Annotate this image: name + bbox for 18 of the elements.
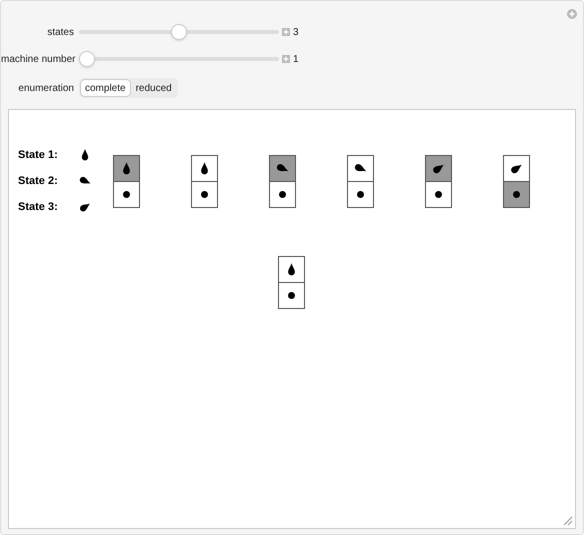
slider-value: 3 xyxy=(293,26,299,40)
resize-grip-icon[interactable] xyxy=(563,516,573,526)
plus-icon[interactable] xyxy=(282,28,290,36)
state-label: State 2: xyxy=(18,174,59,189)
slider[interactable] xyxy=(79,51,279,67)
slider-label: machine number xyxy=(1,52,76,66)
setter-option[interactable]: complete xyxy=(80,79,131,97)
slider-label: states xyxy=(46,26,75,40)
setter-option[interactable]: reduced xyxy=(130,79,177,97)
state-label: State 3: xyxy=(18,200,59,215)
slider-thumb[interactable] xyxy=(171,24,187,40)
plus-icon[interactable] xyxy=(282,55,290,63)
slider-thumb[interactable] xyxy=(79,51,95,67)
slider-value: 1 xyxy=(293,52,299,66)
slider[interactable] xyxy=(79,24,279,40)
add-icon[interactable] xyxy=(567,9,577,19)
setter-label: enumeration xyxy=(17,82,75,96)
state-label: State 1: xyxy=(18,148,59,163)
